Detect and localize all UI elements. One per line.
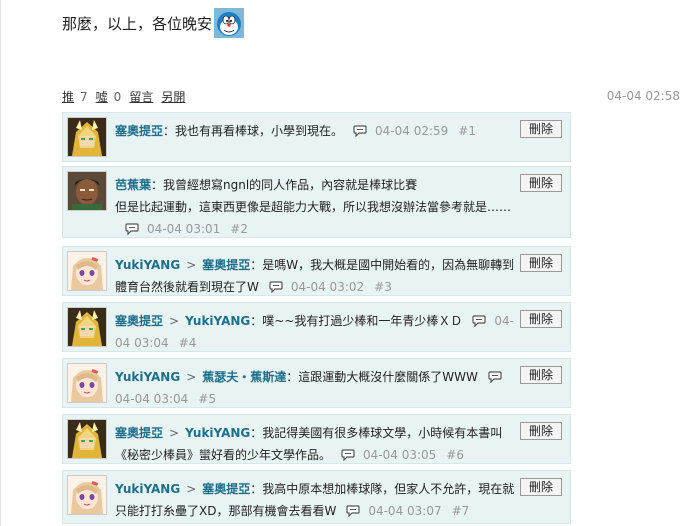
reply-target-link[interactable]: 塞奧提亞 xyxy=(202,258,250,272)
comment-author-link[interactable]: 塞奧提亞 xyxy=(115,314,163,328)
doraemon-emoticon-icon xyxy=(214,8,245,38)
reply-target-link[interactable]: 蕉瑟夫・蕉斯達 xyxy=(202,370,286,384)
delete-comment-button[interactable]: 刪除 xyxy=(519,310,562,328)
comment-timestamp: 04-04 03:01 xyxy=(147,222,221,236)
reply-arrow: > xyxy=(186,258,197,272)
comment-text: ：噗~~我有打過少棒和一年青少棒ＸＤ xyxy=(250,314,463,328)
article-stats-bar: 推 7 噓 0 留言 另開 xyxy=(62,88,185,105)
comment-text-continued: 只能打打糸壘了XD，那部有機會去看看W xyxy=(115,504,337,518)
article-closing-line: 那麼，以上，各位晚安 xyxy=(62,8,245,38)
reply-bubble-icon[interactable] xyxy=(488,371,502,383)
comment-item: 塞奧提亞 > YukiYANG：我記得美國有很多棒球文學，小時候有本書叫《秘密少棒員… xyxy=(62,414,571,464)
comment-body: YukiYANG > 蕉瑟夫・蕉斯達：這跟運動大概沒什麼關係了WWW 04-04 03… xyxy=(115,366,515,410)
comment-author-link[interactable]: YukiYANG xyxy=(115,482,180,496)
delete-comment-button[interactable]: 刪除 xyxy=(519,174,562,192)
avatar[interactable] xyxy=(67,475,107,515)
comment-timestamp: 04-04 03:05 xyxy=(363,448,437,462)
delete-comment-button[interactable]: 刪除 xyxy=(519,366,562,384)
reply-target-link[interactable]: YukiYANG xyxy=(185,314,250,328)
comment-body: 塞奧提亞 > YukiYANG：我記得美國有很多棒球文學，小時候有本書叫《秘密少棒員… xyxy=(115,422,515,466)
delete-comment-button[interactable]: 刪除 xyxy=(519,422,562,440)
comment-body: YukiYANG > 塞奧提亞：我高中原本想加棒球隊，但家人不允許，現在就只能打打糸… xyxy=(115,478,515,522)
comment-link[interactable]: 留言 xyxy=(129,88,153,105)
post-timestamp: 04-04 02:58 xyxy=(606,89,680,103)
reply-bubble-icon[interactable] xyxy=(125,223,139,235)
reply-arrow: > xyxy=(186,370,197,384)
comment-author-link[interactable]: 塞奧提亞 xyxy=(115,426,163,440)
reply-bubble-icon[interactable] xyxy=(269,281,283,293)
comment-floor-number: #7 xyxy=(451,504,470,518)
comment-text: ：我曾經想寫ngnl的同人作品，內容就是棒球比賽 xyxy=(151,178,418,192)
boo-count: 0 xyxy=(113,89,122,104)
comment-author-link[interactable]: 芭蕉葉 xyxy=(115,178,151,192)
comment-text-continued: 但是比起運動，這東西更像是超能力大戰，所以我想沒辦法當參考就是…… xyxy=(115,200,512,214)
comment-item: 塞奧提亞：我也有再看棒球，小學到現在。 04-04 02:59 #1 刪除 xyxy=(62,112,571,162)
avatar[interactable] xyxy=(67,419,107,459)
open-new-window-link[interactable]: 另開 xyxy=(161,88,185,105)
reply-target-link[interactable]: 塞奧提亞 xyxy=(202,482,250,496)
avatar[interactable] xyxy=(67,171,107,211)
comment-item: YukiYANG > 蕉瑟夫・蕉斯達：這跟運動大概沒什麼關係了WWW 04-04 03… xyxy=(62,358,571,408)
comment-text: ：我高中原本想加棒球隊，但家人不允許，現在就 xyxy=(250,482,515,496)
comment-text: ：我也有再看棒球，小學到現在。 xyxy=(163,124,344,138)
reply-bubble-icon[interactable] xyxy=(341,449,355,461)
push-link[interactable]: 推 xyxy=(62,88,74,105)
delete-comment-button[interactable]: 刪除 xyxy=(519,120,562,138)
comment-author-link[interactable]: YukiYANG xyxy=(115,258,180,272)
delete-comment-button[interactable]: 刪除 xyxy=(519,478,562,496)
comment-body: 芭蕉葉：我曾經想寫ngnl的同人作品，內容就是棒球比賽但是比起運動，這東西更像是… xyxy=(115,174,515,240)
comment-text: ：是嗎W，我大概是國中開始看的，因為無聊轉到 xyxy=(250,258,515,272)
delete-comment-button[interactable]: 刪除 xyxy=(519,254,562,272)
avatar[interactable] xyxy=(67,363,107,403)
comment-text: ：這跟運動大概沒什麼關係了WWW xyxy=(286,370,478,384)
reply-bubble-icon[interactable] xyxy=(353,125,367,137)
avatar[interactable] xyxy=(67,307,107,347)
reply-arrow: > xyxy=(169,426,180,440)
comment-floor-number: #1 xyxy=(458,124,476,138)
reply-arrow: > xyxy=(169,314,180,328)
comment-body: YukiYANG > 塞奧提亞：是嗎W，我大概是國中開始看的，因為無聊轉到體育台然後… xyxy=(115,254,515,298)
comment-item: 塞奧提亞 > YukiYANG：噗~~我有打過少棒和一年青少棒ＸＤ 04-04 03:… xyxy=(62,302,571,352)
comment-timestamp: 04-04 03:04 xyxy=(115,392,189,406)
comment-floor-number: #3 xyxy=(374,280,392,294)
reply-target-link[interactable]: YukiYANG xyxy=(185,426,250,440)
comment-author-link[interactable]: YukiYANG xyxy=(115,370,180,384)
reply-bubble-icon[interactable] xyxy=(472,315,486,327)
comment-floor-number: #4 xyxy=(178,336,197,350)
comment-body: 塞奧提亞 > YukiYANG：噗~~我有打過少棒和一年青少棒ＸＤ 04-04 03:… xyxy=(115,310,515,354)
avatar[interactable] xyxy=(67,117,107,157)
comment-text-continued: 《秘密少棒員》蠻好看的少年文學作品。 xyxy=(115,448,332,462)
push-count: 7 xyxy=(80,89,88,104)
comment-timestamp: 04-04 03:07 xyxy=(368,504,442,518)
article-closing-text: 那麼，以上，各位晚安 xyxy=(62,14,213,33)
boo-link[interactable]: 噓 xyxy=(96,88,108,105)
comment-text: ：我記得美國有很多棒球文學，小時候有本書叫 xyxy=(250,426,503,440)
comment-body: 塞奧提亞：我也有再看棒球，小學到現在。 04-04 02:59 #1 xyxy=(115,120,515,142)
comment-item: 芭蕉葉：我曾經想寫ngnl的同人作品，內容就是棒球比賽但是比起運動，這東西更像是… xyxy=(62,166,571,238)
comment-floor-number: #5 xyxy=(198,392,216,406)
comment-floor-number: #6 xyxy=(446,448,464,462)
reply-arrow: > xyxy=(186,482,197,496)
comment-floor-number: #2 xyxy=(230,222,248,236)
comment-author-link[interactable]: 塞奧提亞 xyxy=(115,124,163,138)
comment-item: YukiYANG > 塞奧提亞：是嗎W，我大概是國中開始看的，因為無聊轉到體育台然後… xyxy=(62,246,571,296)
comment-timestamp: 04-04 02:59 xyxy=(375,124,449,138)
reply-bubble-icon[interactable] xyxy=(346,505,360,517)
comment-text-continued: 體育台然後就看到現在了W xyxy=(115,280,259,294)
comment-timestamp: 04-04 03:02 xyxy=(290,280,365,294)
avatar[interactable] xyxy=(67,251,107,291)
comment-item: YukiYANG > 塞奧提亞：我高中原本想加棒球隊，但家人不允許，現在就只能打打糸… xyxy=(62,470,571,524)
page-left-border xyxy=(0,0,1,526)
